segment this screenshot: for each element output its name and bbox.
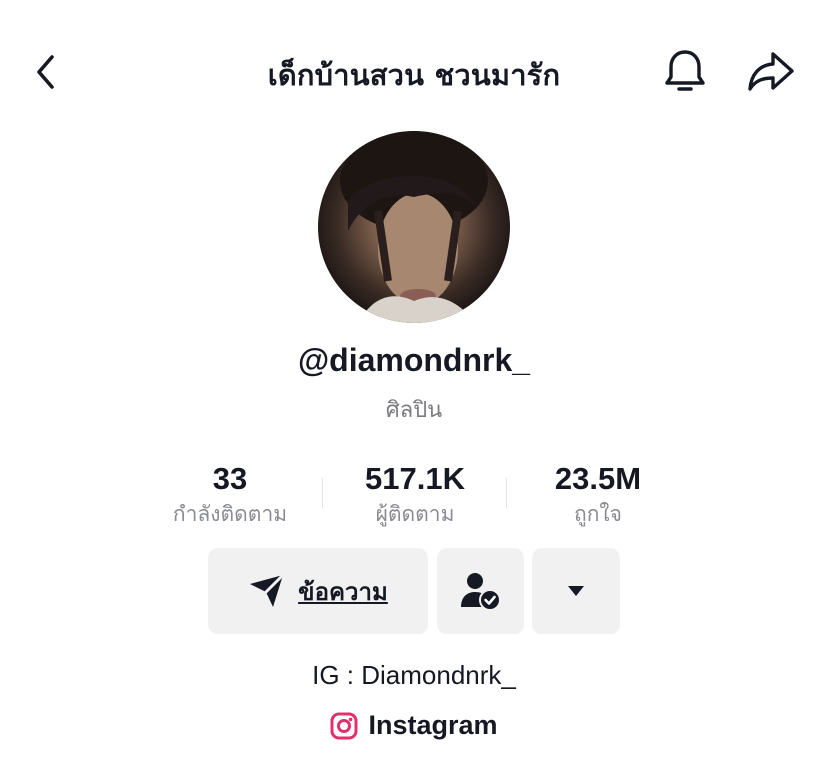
chevron-left-icon [37,55,54,89]
followers-label: ผู้ติดตาม [375,502,455,526]
stat-followers[interactable]: 517.1K ผู้ติดตาม [335,460,495,530]
instagram-link[interactable]: Instagram [0,710,828,741]
user-check-icon [460,573,501,611]
message-button[interactable]: ข้อความ [208,548,428,634]
message-button-label: ข้อความ [298,577,388,606]
instagram-link-label: Instagram [368,710,498,740]
following-count: 33 [212,461,248,496]
friends-button[interactable] [437,548,524,634]
followers-count: 517.1K [365,461,465,496]
stats-divider [506,478,507,508]
username: @diamondnrk_ [297,342,531,378]
stat-likes[interactable]: 23.5M ถูกใจ [518,460,678,530]
share-button[interactable] [744,46,798,96]
page-title: เด็กบ้านสวน ชวนมารัก [267,58,561,92]
bell-icon [665,50,705,91]
bio-text: IG : Diamondnrk_ [312,660,516,690]
send-icon [250,573,285,607]
profile-category: ศิลปิน [385,398,443,423]
instagram-icon [330,712,358,739]
profile-stats: 33 กำลังติดตาม 517.1K ผู้ติดตาม 23.5M ถู… [0,460,828,536]
more-options-button[interactable] [532,548,620,634]
stats-divider [322,478,323,508]
likes-label: ถูกใจ [574,502,622,526]
following-label: กำลังติดตาม [172,502,288,526]
profile-header: เด็กบ้านสวน ชวนมารัก [0,0,828,140]
likes-count: 23.5M [554,461,642,496]
avatar-photo [340,131,488,323]
caret-down-icon [568,586,584,596]
notifications-button[interactable] [660,46,710,96]
share-icon [748,52,794,91]
back-button[interactable] [26,48,66,96]
avatar[interactable] [318,131,510,323]
stat-following[interactable]: 33 กำลังติดตาม [150,460,310,530]
